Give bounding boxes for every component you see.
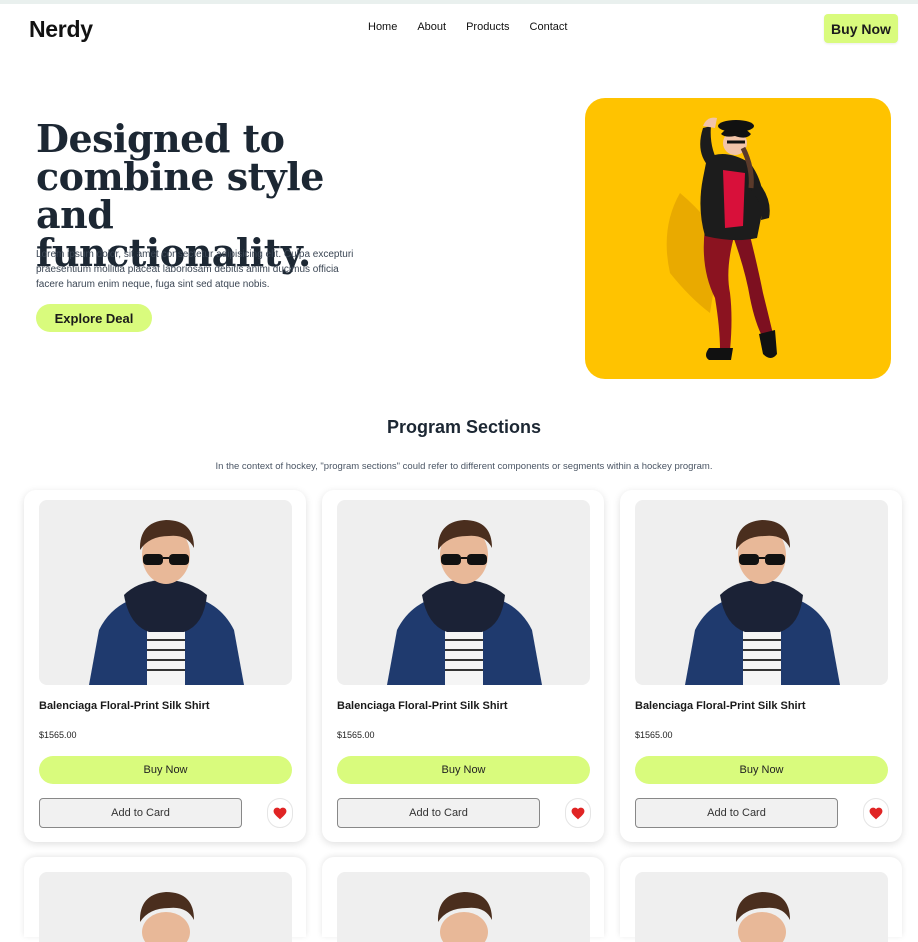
hero-image: [585, 98, 891, 379]
product-name[interactable]: Balenciaga Floral-Print Silk Shirt: [337, 700, 508, 712]
section-subtitle: In the context of hockey, "program secti…: [215, 461, 713, 472]
product-card: [24, 857, 306, 942]
hero-description: Lorem ipsum dolor, sit amet consectetur …: [36, 249, 354, 290]
male-model-illustration: [735, 892, 790, 942]
product-price: $1565.00: [635, 730, 673, 740]
product-card: [322, 857, 604, 942]
explore-deal-button[interactable]: Explore Deal: [36, 304, 152, 332]
product-image: [39, 872, 292, 942]
favorite-button[interactable]: [863, 798, 889, 828]
product-card: [620, 857, 902, 942]
male-model-illustration: [437, 892, 492, 942]
favorite-button[interactable]: [267, 798, 293, 828]
product-image: [39, 500, 292, 685]
add-to-cart-button[interactable]: Add to Card: [337, 798, 540, 828]
product-image: [635, 872, 888, 942]
heart-icon: [869, 807, 883, 819]
product-card: Balenciaga Floral-Print Silk Shirt $1565…: [24, 490, 306, 842]
nav-link-home[interactable]: Home: [368, 21, 397, 33]
brand-logo[interactable]: Nerdy: [29, 16, 93, 43]
product-name[interactable]: Balenciaga Floral-Print Silk Shirt: [635, 700, 806, 712]
product-card: Balenciaga Floral-Print Silk Shirt $1565…: [322, 490, 604, 842]
woman-model-illustration: [666, 117, 777, 360]
product-buy-now-button[interactable]: Buy Now: [635, 756, 888, 784]
add-to-cart-button[interactable]: Add to Card: [39, 798, 242, 828]
male-model-illustration: [139, 892, 194, 942]
product-price: $1565.00: [337, 730, 375, 740]
product-name[interactable]: Balenciaga Floral-Print Silk Shirt: [39, 700, 210, 712]
nav-link-contact[interactable]: Contact: [530, 21, 568, 33]
nav-link-about[interactable]: About: [417, 21, 446, 33]
male-model-illustration: [89, 520, 244, 685]
male-model-illustration: [387, 520, 542, 685]
product-buy-now-button[interactable]: Buy Now: [337, 756, 590, 784]
nav-link-products[interactable]: Products: [466, 21, 509, 33]
section-title: Program Sections: [386, 417, 542, 437]
buy-now-button[interactable]: Buy Now: [824, 14, 898, 43]
product-image: [635, 500, 888, 685]
heart-icon: [571, 807, 585, 819]
product-buy-now-button[interactable]: Buy Now: [39, 756, 292, 784]
favorite-button[interactable]: [565, 798, 591, 828]
product-image: [337, 872, 590, 942]
navbar: Nerdy Home About Products Contact Buy No…: [0, 4, 918, 54]
male-model-illustration: [685, 520, 840, 685]
heart-icon: [273, 807, 287, 819]
nav-menu: Home About Products Contact: [368, 21, 567, 33]
add-to-cart-button[interactable]: Add to Card: [635, 798, 838, 828]
product-card: Balenciaga Floral-Print Silk Shirt $1565…: [620, 490, 902, 842]
product-price: $1565.00: [39, 730, 77, 740]
product-image: [337, 500, 590, 685]
